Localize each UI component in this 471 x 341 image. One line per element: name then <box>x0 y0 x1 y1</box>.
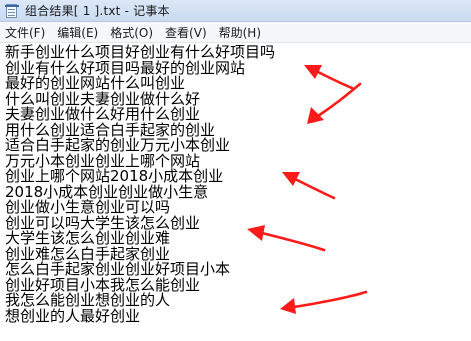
menu-file[interactable]: 文件(F) <box>4 24 46 41</box>
notepad-window: 组合结果[ 1 ].txt - 记事本 文件(F) 编辑(E) 格式(O) 查看… <box>0 0 471 341</box>
document-lines: 新手创业什么项目好创业有什么好项目吗 创业有什么好项目吗最好的创业网站 最好的创… <box>5 44 275 325</box>
notepad-icon[interactable] <box>4 3 20 19</box>
text-editor-area[interactable]: 新手创业什么项目好创业有什么好项目吗 创业有什么好项目吗最好的创业网站 最好的创… <box>0 43 471 341</box>
title-bar[interactable]: 组合结果[ 1 ].txt - 记事本 <box>0 0 471 22</box>
menu-bar: 文件(F) 编辑(E) 格式(O) 查看(V) 帮助(H) <box>0 22 471 43</box>
menu-view[interactable]: 查看(V) <box>164 24 208 41</box>
document-line: 想创业的人最好创业 <box>5 306 141 325</box>
menu-format[interactable]: 格式(O) <box>109 24 154 41</box>
menu-help[interactable]: 帮助(H) <box>218 24 262 41</box>
window-title: 组合结果[ 1 ].txt - 记事本 <box>25 4 170 18</box>
menu-edit[interactable]: 编辑(E) <box>56 24 99 41</box>
